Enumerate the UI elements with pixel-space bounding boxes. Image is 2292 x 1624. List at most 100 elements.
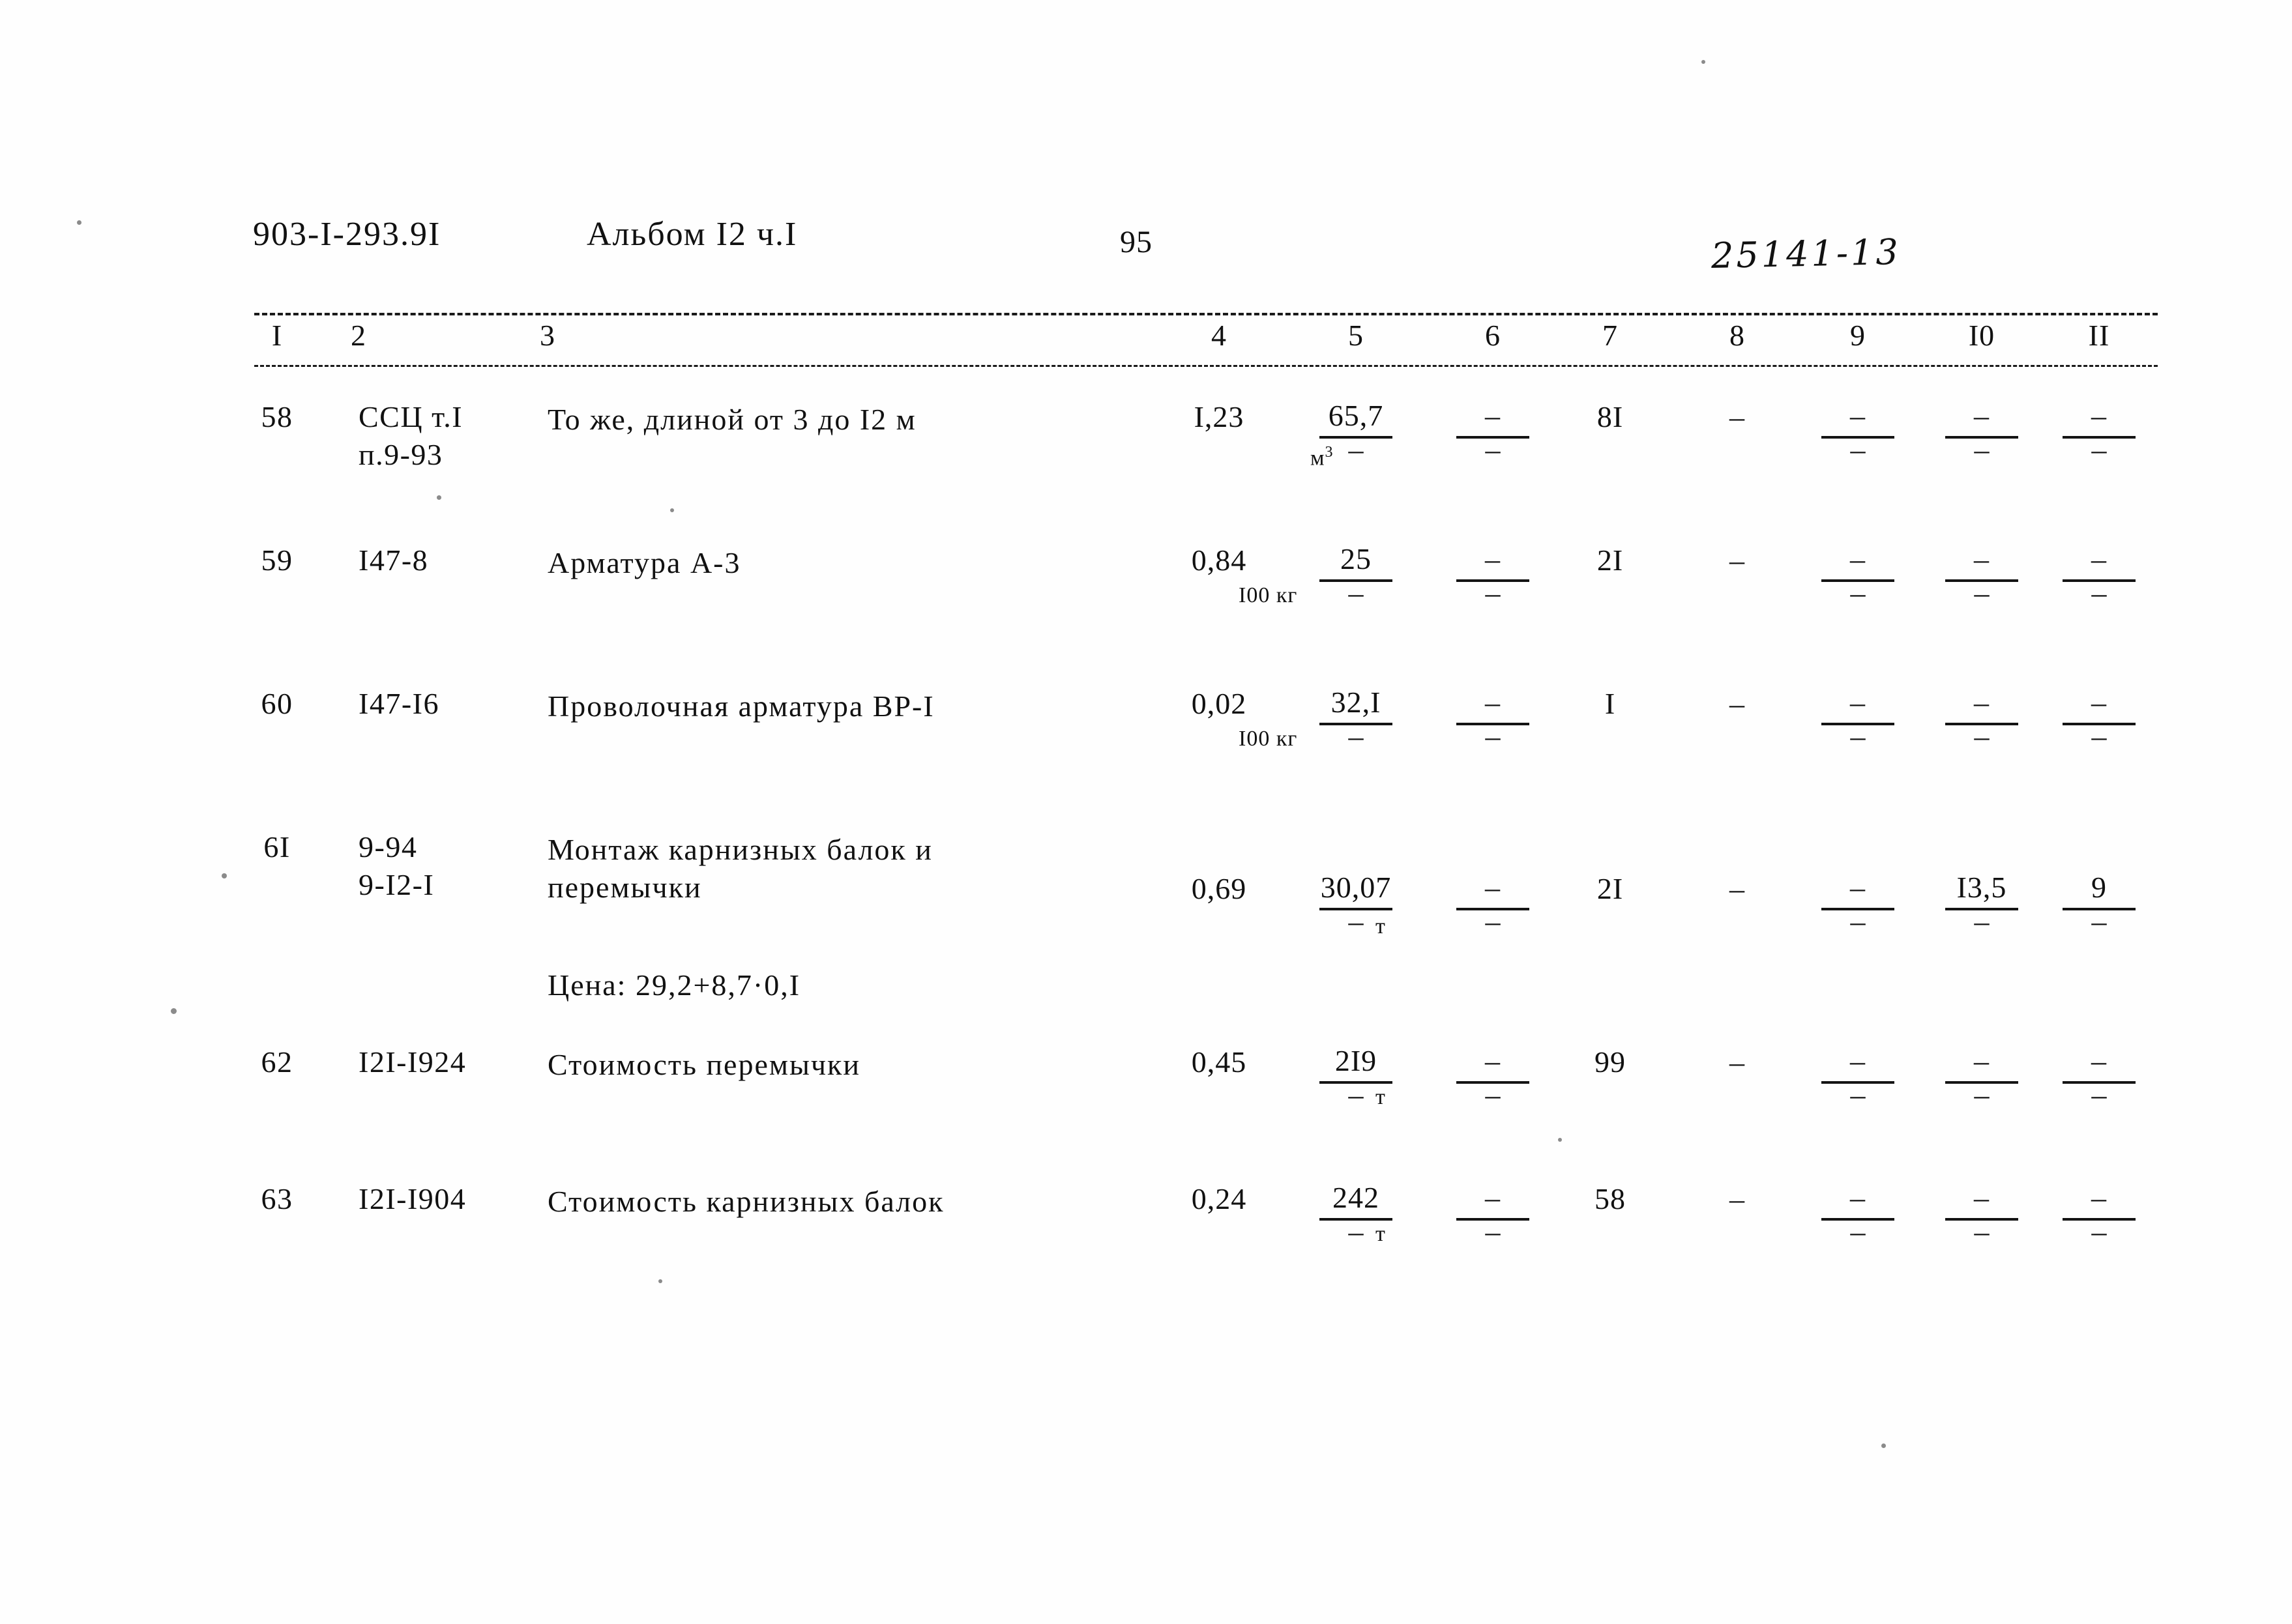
cell-col9: – – [1809,399,1907,466]
row-code-line1: I2I-I904 [359,1182,467,1215]
row-unit-text: I00 кг [1239,727,1298,751]
cell-col10-value: – [1974,399,1990,432]
cell-col10-sub: – [1974,1078,1990,1111]
column-header-4: 4 [1211,319,1227,352]
cell-col5-value: 32,I [1330,686,1381,719]
column-header-11: II [2088,319,2110,352]
cell-col6: – – [1444,871,1542,936]
cell-col10-value: – [1974,686,1990,719]
cell-col9-sub: – [1850,433,1866,466]
cell-col9-value: – [1850,542,1866,575]
cell-col9-value: – [1850,871,1866,904]
row-number: 6I [263,830,291,863]
cell-col6-sub: – [1485,719,1501,753]
column-header-9: 9 [1850,319,1866,352]
row-note: Цена: 29,2+8,7·0,I [548,968,801,1002]
cell-col5-value: 2I9 [1334,1044,1377,1077]
cell-col5-sub: – [1348,576,1364,609]
scan-speck [658,1279,662,1283]
row-code-line2: 9-I2-I [359,868,435,901]
cell-col11: – – [2050,1044,2148,1110]
row-code-line1: I47-8 [359,544,429,577]
cell-col10: – – [1933,1044,2031,1111]
cell-col4: 0,69 [1191,872,1247,905]
row-number: 60 [261,687,293,720]
cell-col10-sub: – [1974,576,1990,609]
cell-col10-sub: – [1974,433,1990,466]
cell-col6-value: – [1485,1044,1501,1077]
cell-col8: – [1729,1182,1745,1215]
row-code-line1: I47-I6 [359,687,439,720]
cell-col5: 32,I – [1307,686,1405,751]
row-unit-text: I00 кг [1239,583,1298,607]
cell-col5-value: 65,7 [1328,399,1384,432]
cell-col6-sub: – [1485,433,1501,466]
column-header-1: I [271,319,283,352]
cell-col4: 0,24 [1191,1182,1247,1215]
row-unit: I00 кг [1239,727,1297,751]
cell-col11-sub: – [2091,719,2107,753]
cell-col11-value: – [2091,1044,2107,1077]
column-header-3: 3 [540,319,555,352]
document-code: 903-I-293.9I [253,216,441,253]
cell-col10: – – [1933,399,2031,466]
row-code-line1: ССЦ т.I [359,400,463,433]
scanned-page: 903-I-293.9I Альбом I2 ч.I 95 25141-13 I… [0,0,2292,1624]
cell-col11-value: – [2091,686,2107,719]
column-header-row: I 2 3 4 5 6 7 8 9 I0 II [254,315,2158,365]
cell-col6-value: – [1485,399,1501,432]
document-header: 903-I-293.9I Альбом I2 ч.I 95 25141-13 [0,215,2292,276]
cell-col9-sub: – [1850,905,1866,938]
cell-col10-value: – [1974,542,1990,575]
cell-col5: 2I9– [1307,1044,1405,1111]
cell-col9: – – [1809,871,1907,938]
cell-col5: 242– [1307,1182,1405,1248]
scan-speck [171,1008,177,1014]
cell-col6-value: – [1485,542,1501,575]
cell-col10: – – [1933,686,2031,751]
column-header-5: 5 [1348,319,1364,352]
column-header-7: 7 [1602,319,1618,352]
cell-col8: – [1729,1045,1745,1079]
row-description-line1: Стоимость перемычки [548,1048,861,1081]
row-number: 63 [261,1182,293,1215]
cell-col9-sub: – [1850,1215,1866,1248]
cell-col9-value: – [1850,1044,1866,1077]
row-description-line1: То же, длиной от 3 до I2 м [548,403,917,436]
cell-col11: – – [2050,399,2148,466]
cell-col11-sub: – [2091,433,2107,466]
scan-speck [670,508,674,512]
cell-col5-sub: – [1348,1215,1364,1248]
cell-col10-sub: – [1974,905,1990,938]
cell-col8: – [1729,400,1745,433]
cell-col11-sub: – [2091,576,2107,609]
estimate-table: I 2 3 4 5 6 7 8 9 I0 II 58 ССЦ т.I п.9-93 То же, длин… [254,313,2158,1247]
cell-col9: – – [1809,1044,1907,1111]
row-number: 62 [261,1045,293,1079]
cell-col11: 9– [2050,871,2148,938]
scan-speck [437,495,441,500]
row-code-line1: I2I-I924 [359,1045,467,1079]
cell-col5-value: 30,07 [1320,871,1392,904]
cell-col10-sub: – [1974,1215,1990,1248]
cell-col9: – – [1809,1182,1907,1248]
cell-col9-value: – [1850,686,1866,719]
cell-col9-sub: – [1850,576,1866,609]
scan-speck [1701,60,1705,64]
cell-col11: – – [2050,1182,2148,1247]
cell-col9-sub: – [1850,719,1866,753]
cell-col11-sub: – [2091,905,2107,938]
cell-col6: – – [1444,399,1542,466]
row-description-line1: Монтаж карнизных балок и [548,833,933,866]
cell-col10: – – [1933,1182,2031,1248]
cell-col8: – [1729,872,1745,905]
cell-col4: 0,45 [1191,1045,1247,1079]
column-header-8: 8 [1729,319,1745,352]
cell-col7: 2I [1596,544,1624,577]
column-header-6: 6 [1485,319,1501,352]
cell-col10-value: – [1974,1044,1990,1077]
cell-col9-sub: – [1850,1078,1866,1111]
cell-col5-sub: – [1348,1078,1364,1111]
cell-col6-sub: – [1485,1215,1501,1248]
cell-col6-value: – [1485,1181,1501,1214]
